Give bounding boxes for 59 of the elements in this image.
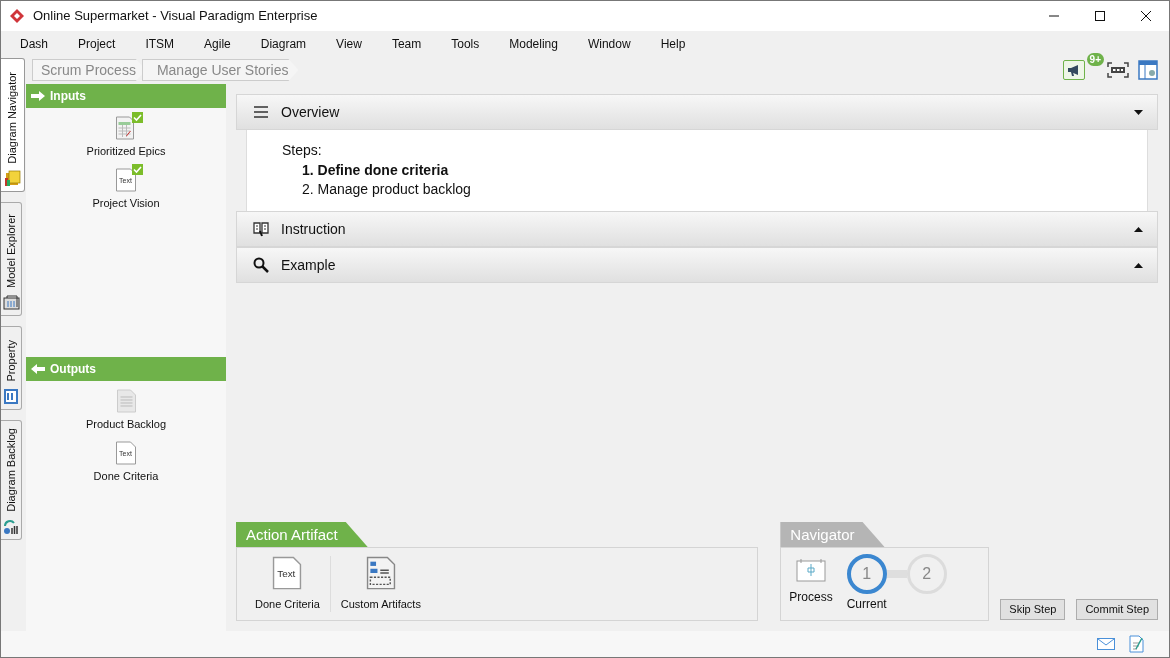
accordion-header[interactable]: Instruction	[236, 211, 1158, 247]
accordion-header[interactable]: Example	[236, 247, 1158, 283]
menu-item[interactable]: View	[325, 32, 373, 55]
caret-up-icon	[1134, 226, 1143, 232]
right-arrow-icon	[30, 90, 46, 102]
icon-label: Text	[277, 568, 296, 579]
artifact-item[interactable]: Text Done Criteria	[245, 555, 331, 613]
caret-up-icon	[1134, 262, 1143, 268]
megaphone-icon	[1067, 64, 1081, 76]
side-tab[interactable]: Property	[1, 326, 22, 410]
menu-item[interactable]: Dash	[9, 32, 59, 55]
frame-icon	[1107, 62, 1129, 78]
side-tab[interactable]: Model Explorer	[1, 202, 22, 316]
menu-item[interactable]: Project	[67, 32, 127, 55]
app-logo-icon	[9, 8, 25, 24]
menu-item[interactable]: Window	[576, 32, 642, 55]
edit-document-icon	[1129, 635, 1145, 653]
maximize-icon	[1095, 11, 1105, 21]
section-title: Inputs	[50, 88, 86, 105]
menu-item[interactable]: Team	[380, 32, 433, 55]
form-document-icon	[365, 555, 396, 590]
menu-item[interactable]: ITSM	[134, 32, 186, 55]
window-layout-icon	[1138, 60, 1158, 80]
menu-item[interactable]: Tools	[440, 32, 491, 55]
document-icon	[115, 389, 137, 413]
mail-icon	[1097, 638, 1115, 650]
chart-icon	[2, 518, 20, 535]
step-item: 1. Define done criteria	[301, 161, 450, 180]
step-button[interactable]: Commit Step	[1076, 599, 1158, 620]
book-icon	[253, 221, 269, 237]
side-tab[interactable]: Diagram Backlog	[1, 420, 22, 540]
spreadsheet-icon	[115, 116, 137, 140]
side-tab[interactable]: Diagram Navigator	[1, 58, 25, 192]
notification-badge: 9+	[1086, 53, 1104, 66]
artifact-item[interactable]: Product Backlog	[85, 389, 167, 433]
menu-item[interactable]: Diagram	[249, 32, 318, 55]
step-label: Current	[846, 596, 887, 613]
menu-icon	[253, 104, 269, 120]
step-connector	[886, 570, 907, 578]
step-item: 2. Manage product backlog	[301, 180, 472, 199]
process-button[interactable]: Process	[789, 558, 833, 606]
accordion-header[interactable]: Overview	[236, 94, 1158, 130]
announcement-button[interactable]	[1063, 60, 1085, 80]
layout-button[interactable]	[1137, 60, 1159, 80]
menu-item[interactable]: Modeling	[498, 32, 569, 55]
left-arrow-icon	[30, 363, 46, 375]
step-button[interactable]: Skip Step	[1000, 599, 1066, 620]
section-title: Outputs	[50, 361, 96, 378]
steps-heading: Steps:	[282, 141, 323, 160]
caret-down-icon	[1134, 109, 1143, 115]
window-title: Online Supermarket - Visual Paradigm Enterprise	[33, 7, 318, 26]
search-icon	[253, 257, 269, 273]
menu-item[interactable]: Agile	[193, 32, 242, 55]
fit-view-button[interactable]	[1107, 60, 1129, 80]
process-diagram-icon	[796, 558, 826, 582]
artifact-item[interactable]: Prioritized Epics	[86, 116, 166, 160]
menu-item[interactable]: Help	[649, 32, 697, 55]
close-icon	[1141, 11, 1151, 21]
artifact-item[interactable]: Custom Artifacts	[330, 555, 431, 613]
